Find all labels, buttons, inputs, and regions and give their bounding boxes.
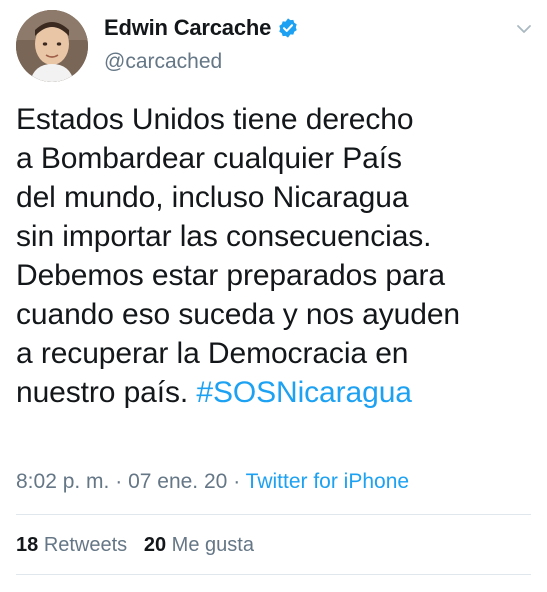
avatar[interactable] — [16, 10, 88, 82]
verified-badge-icon — [279, 18, 297, 38]
tweet-source-link[interactable]: Twitter for iPhone — [246, 470, 409, 493]
retweets-stat[interactable]: 18 Retweets — [16, 534, 127, 556]
divider — [16, 514, 531, 515]
tweet-last-line: nuestro país. #SOSNicaragua — [16, 373, 536, 412]
tweet-line: nuestro país. — [16, 376, 189, 409]
meta-separator: · — [115, 470, 123, 493]
retweets-count: 18 — [16, 534, 39, 556]
tweet-meta: 8:02 p. m. · 07 ene. 20 · Twitter for iP… — [16, 470, 409, 494]
tweet-line: cuando eso suceda y nos ayuden — [16, 298, 460, 331]
tweet-line: a Bombardear cualquier País — [16, 142, 402, 175]
tweet-line: del mundo, incluso Nicaragua — [16, 181, 409, 214]
tweet-line: Debemos estar preparados para — [16, 259, 446, 292]
tweet-date[interactable]: 07 ene. 20 — [128, 470, 227, 493]
tweet-text: Estados Unidos tiene derecho a Bombardea… — [16, 100, 536, 412]
tweet-line: a recuperar la Democracia en — [16, 337, 409, 370]
retweets-label: Retweets — [43, 534, 128, 556]
tweet-stats: 18 Retweets 20 Me gusta — [16, 534, 254, 557]
avatar-image — [16, 10, 88, 82]
tweet-card: Edwin Carcache @carcached Estados Unidos… — [0, 0, 547, 592]
tweet-time[interactable]: 8:02 p. m. — [16, 470, 109, 493]
user-handle[interactable]: @carcached — [104, 50, 222, 74]
user-header: Edwin Carcache — [104, 14, 299, 42]
tweet-line: Estados Unidos tiene derecho — [16, 103, 414, 136]
likes-stat[interactable]: 20 Me gusta — [144, 534, 254, 556]
likes-label: Me gusta — [171, 534, 254, 556]
chevron-down-icon[interactable] — [515, 20, 533, 38]
meta-separator: · — [233, 470, 241, 493]
divider — [16, 574, 531, 575]
hashtag-link[interactable]: #SOSNicaragua — [196, 376, 412, 409]
tweet-line: sin importar las consecuencias. — [16, 220, 432, 253]
display-name[interactable]: Edwin Carcache — [104, 15, 271, 41]
likes-count: 20 — [143, 534, 167, 556]
